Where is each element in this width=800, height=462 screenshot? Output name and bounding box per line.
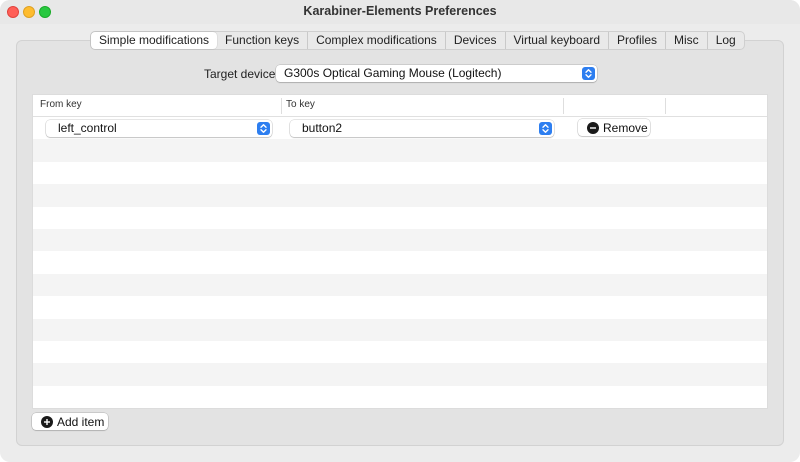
target-device-select[interactable]: G300s Optical Gaming Mouse (Logitech) [276, 65, 597, 82]
empty-row [33, 139, 767, 162]
empty-row [33, 251, 767, 273]
tab-complex-modifications[interactable]: Complex modifications [308, 32, 446, 49]
add-item-label: Add item [57, 414, 105, 429]
empty-row [33, 162, 767, 184]
empty-row [33, 408, 768, 409]
tab-simple-modifications[interactable]: Simple modifications [91, 32, 218, 49]
tab-log[interactable]: Log [708, 32, 744, 49]
tab-bar: Simple modifications Function keys Compl… [90, 31, 745, 50]
table-rows: left_control button2 Remove [33, 117, 768, 409]
empty-row [33, 318, 767, 341]
window-title: Karabiner-Elements Preferences [303, 4, 497, 18]
to-key-select[interactable]: button2 [290, 120, 554, 137]
add-item-button[interactable]: Add item [32, 413, 108, 430]
to-key-value: button2 [302, 121, 343, 135]
empty-row [33, 341, 767, 363]
column-header-to-key[interactable]: To key [286, 99, 315, 110]
tab-devices[interactable]: Devices [446, 32, 506, 49]
tab-misc[interactable]: Misc [666, 32, 708, 49]
popup-arrows-icon [257, 122, 270, 135]
table-header: From key To key [33, 95, 767, 117]
empty-row [33, 228, 767, 252]
popup-arrows-icon [539, 122, 552, 135]
empty-row [33, 363, 767, 386]
modifications-table: From key To key left_control button2 Rem… [32, 94, 768, 409]
remove-button[interactable]: Remove [578, 119, 650, 136]
column-divider[interactable] [281, 98, 282, 114]
from-key-select[interactable]: left_control [46, 120, 272, 137]
title-bar[interactable]: Karabiner-Elements Preferences [0, 0, 800, 24]
tab-profiles[interactable]: Profiles [609, 32, 667, 49]
target-device-value: G300s Optical Gaming Mouse (Logitech) [284, 66, 502, 80]
column-divider[interactable] [665, 98, 666, 114]
column-header-from-key[interactable]: From key [40, 99, 82, 110]
from-key-value: left_control [58, 121, 117, 135]
empty-row [33, 184, 767, 207]
preferences-window: Karabiner-Elements Preferences Simple mo… [0, 0, 800, 462]
plus-circle-icon [41, 415, 53, 428]
column-divider[interactable] [563, 98, 564, 114]
tab-virtual-keyboard[interactable]: Virtual keyboard [506, 32, 609, 49]
empty-row [33, 386, 767, 408]
empty-row [33, 207, 767, 229]
empty-row [33, 296, 767, 318]
table-row[interactable]: left_control button2 Remove [33, 117, 767, 139]
empty-row [33, 273, 767, 297]
tab-function-keys[interactable]: Function keys [217, 32, 309, 49]
remove-button-label: Remove [603, 120, 648, 135]
target-device-label: Target device: [204, 67, 279, 81]
minus-circle-icon [587, 121, 599, 134]
popup-arrows-icon [582, 67, 595, 80]
